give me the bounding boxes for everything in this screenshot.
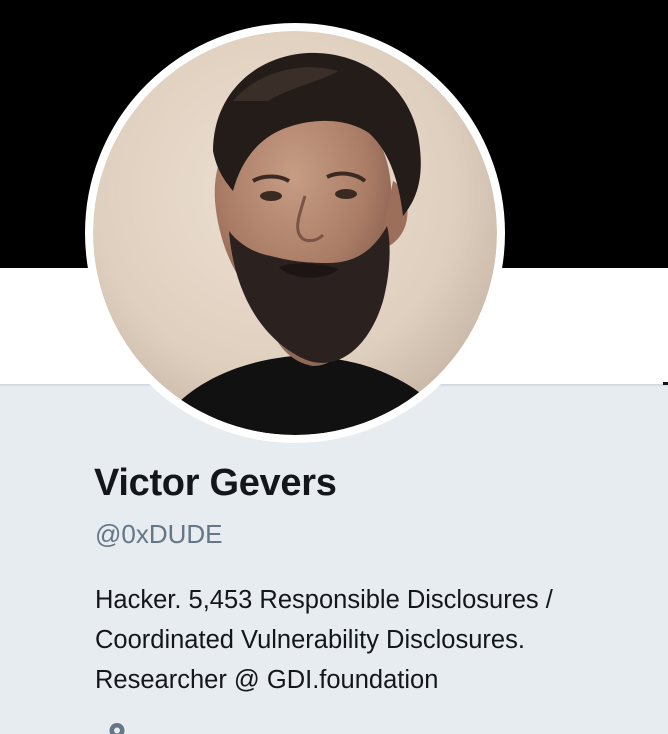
gdi-foundation-link[interactable]: GDI.foundation xyxy=(267,666,439,694)
location-pin-icon xyxy=(108,722,126,734)
profile-name: Victor Gevers xyxy=(94,462,337,504)
bio-line-1: Hacker. 5,453 Responsible Disclosures / xyxy=(95,586,553,614)
edge-marker xyxy=(663,382,668,385)
profile-avatar[interactable] xyxy=(85,23,505,443)
profile-handle[interactable]: @0xDUDE xyxy=(95,519,223,550)
profile-bio: Hacker. 5,453 Responsible Disclosures / … xyxy=(95,580,655,700)
bio-line-2: Coordinated Vulnerability Disclosures. xyxy=(95,626,525,654)
bio-line-3: Researcher @ GDI.foundation xyxy=(95,660,655,700)
avatar-image xyxy=(93,31,497,435)
bio-prefix-text: Researcher @ xyxy=(95,666,267,694)
